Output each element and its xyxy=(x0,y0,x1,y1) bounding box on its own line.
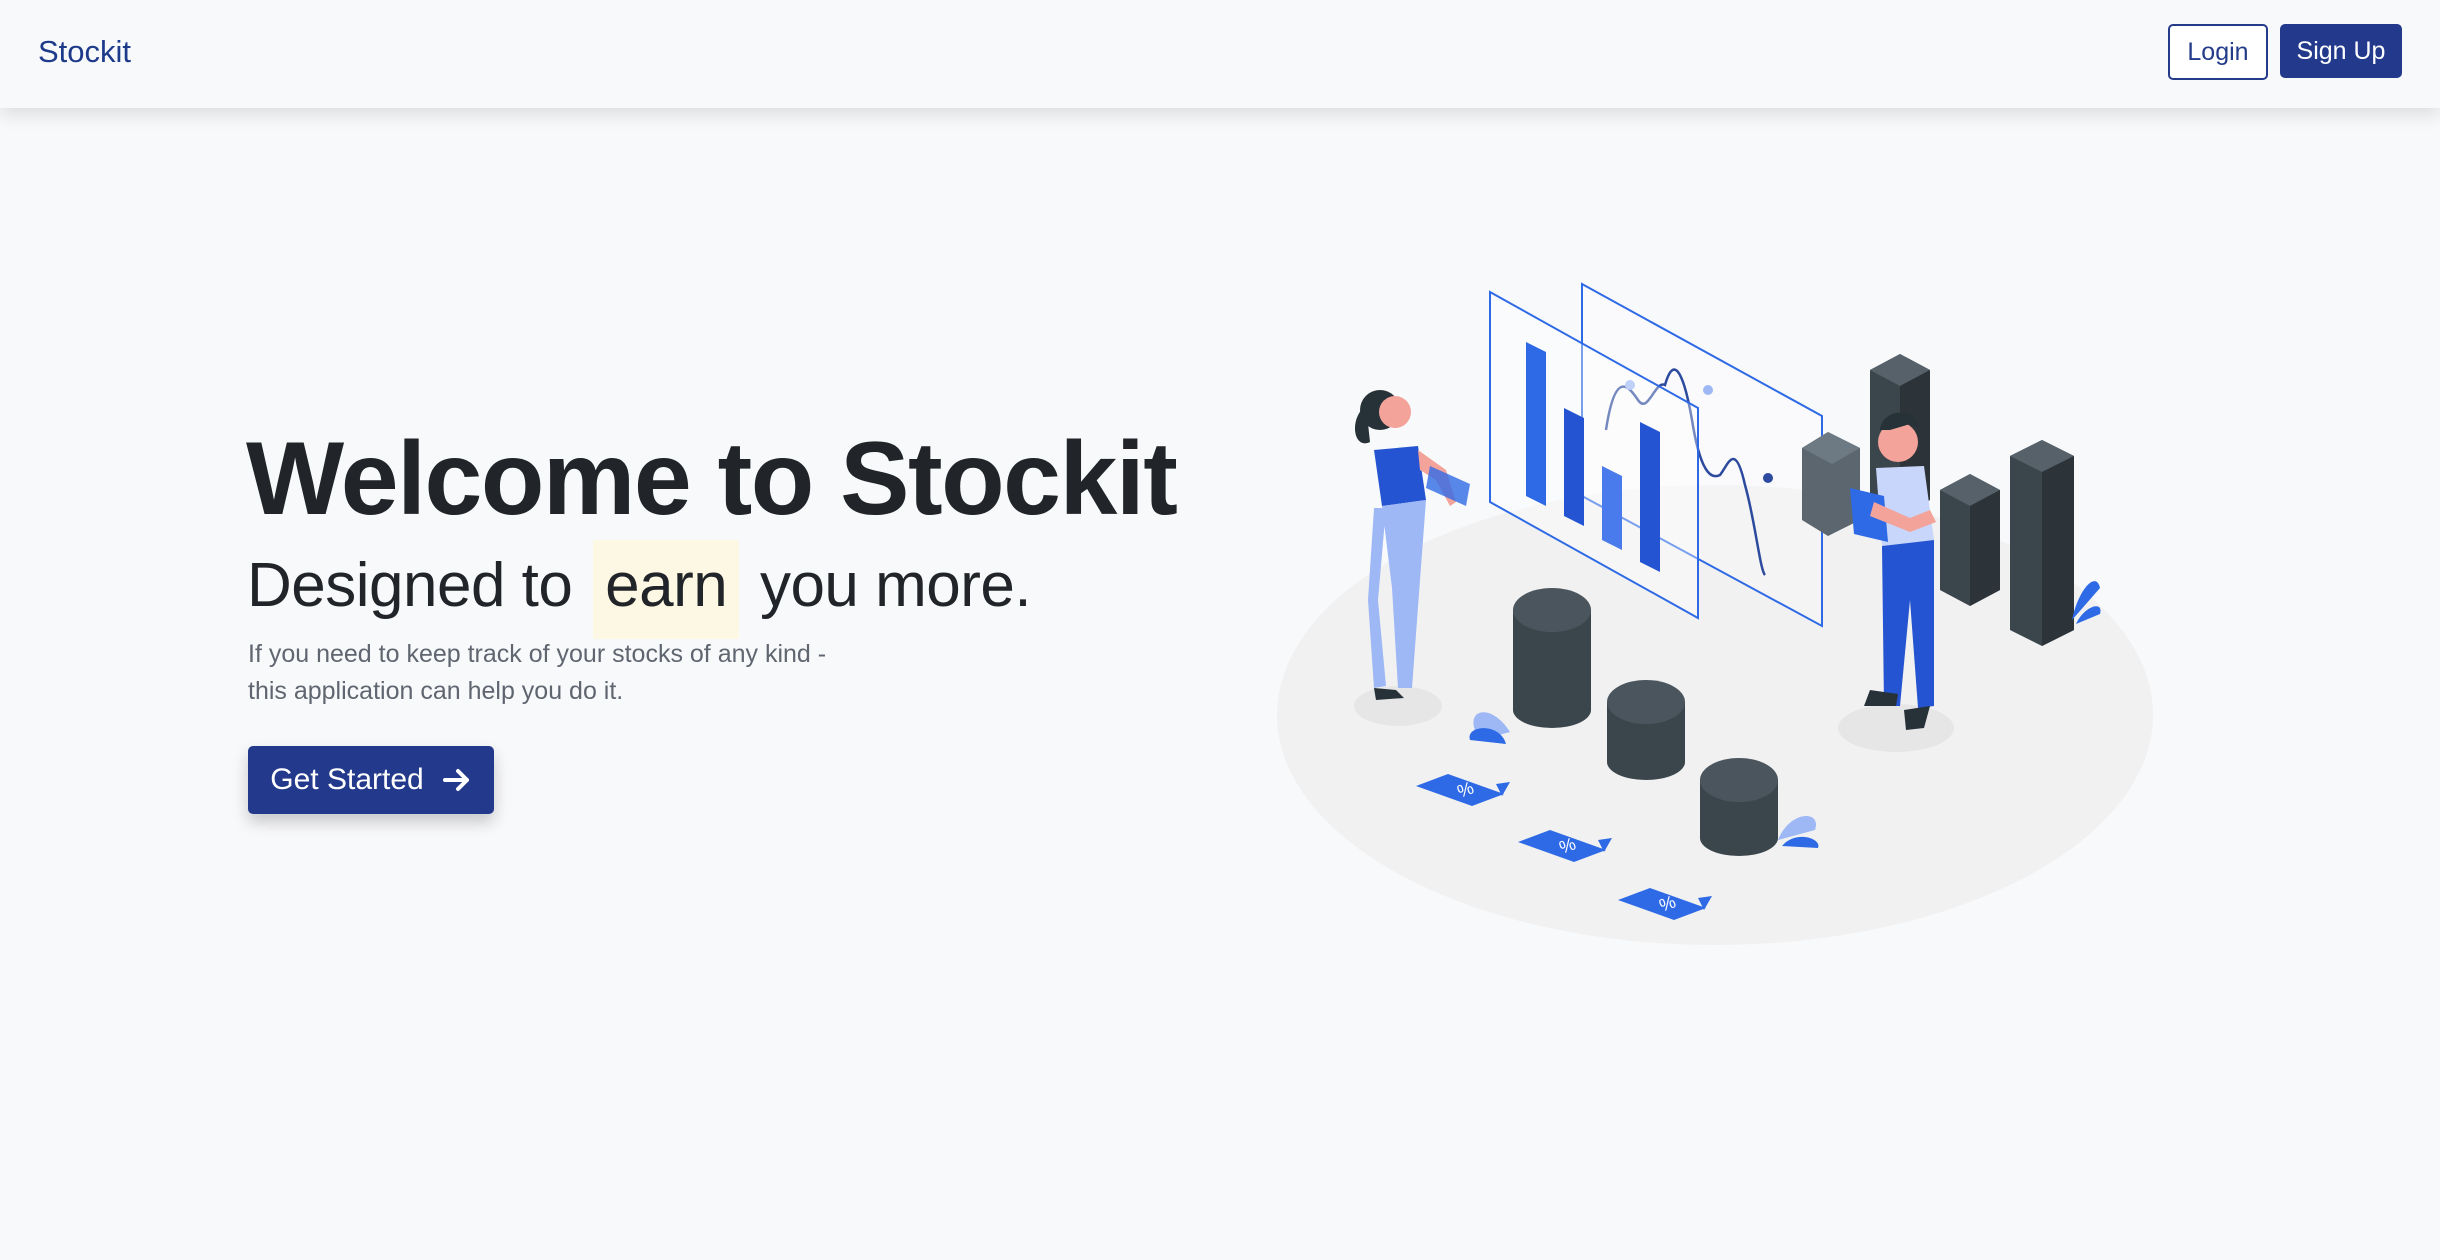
arrow-right-icon xyxy=(442,769,469,791)
stock-analytics-illustration: % % % xyxy=(1277,282,2153,945)
hero-title: Welcome to Stockit xyxy=(246,421,1178,537)
login-button[interactable]: Login xyxy=(2168,24,2268,80)
hero-subtitle-highlight: earn xyxy=(593,540,740,639)
navbar: Stockit Login Sign Up xyxy=(0,0,2440,108)
hero-description-line2: this application can help you do it. xyxy=(248,677,624,705)
hero-description: If you need to keep track of your stocks… xyxy=(248,636,868,710)
hero-description-line1: If you need to keep track of your stocks… xyxy=(248,640,827,668)
signup-button[interactable]: Sign Up xyxy=(2280,24,2402,78)
get-started-button[interactable]: Get Started xyxy=(248,746,494,814)
brand-logo-link[interactable]: Stockit xyxy=(38,34,131,70)
hero-subtitle: Designed to earn you more. xyxy=(247,540,1032,639)
get-started-label: Get Started xyxy=(270,763,424,796)
hero-subtitle-before: Designed to xyxy=(247,551,573,620)
hero-subtitle-after: you more. xyxy=(759,551,1032,620)
